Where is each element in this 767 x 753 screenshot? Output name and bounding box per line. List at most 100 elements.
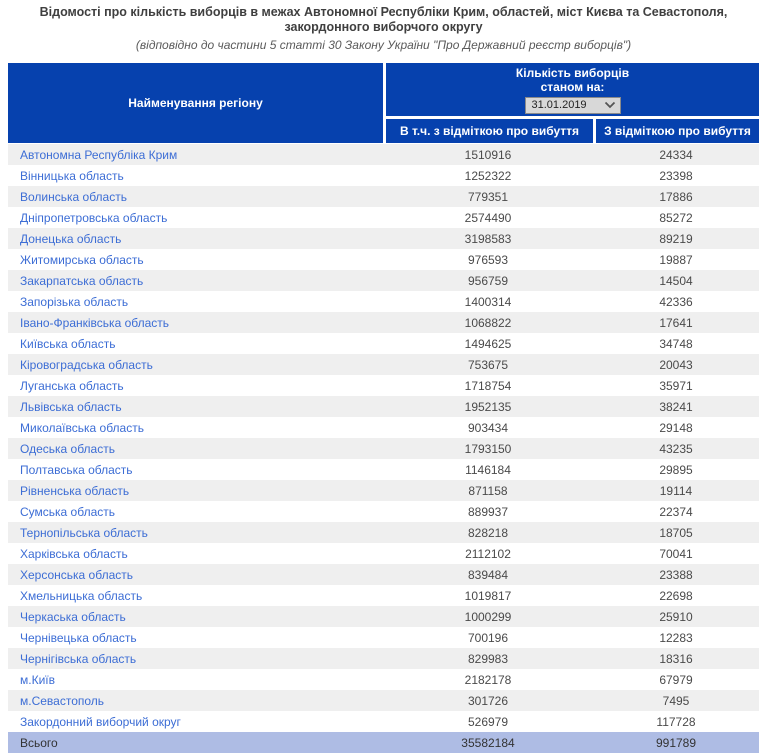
region-name-link[interactable]: Херсонська область — [8, 568, 383, 582]
region-name-link[interactable]: м.Севастополь — [8, 694, 383, 708]
region-name-link[interactable]: Львівська область — [8, 400, 383, 414]
region-name-link[interactable]: Чернівецька область — [8, 631, 383, 645]
region-name-link[interactable]: Миколаївська область — [8, 421, 383, 435]
voters-count-value: 2574490 — [383, 211, 593, 225]
voters-count-value: 1793150 — [383, 442, 593, 456]
region-name-link[interactable]: Хмельницька область — [8, 589, 383, 603]
table-row: Харківська область211210270041 — [8, 543, 759, 564]
departed-count-value: 70041 — [593, 547, 759, 561]
region-name-link[interactable]: Волинська область — [8, 190, 383, 204]
count-header-line2: станом на: — [541, 80, 605, 94]
table-body: Автономна Республіка Крим151091624334Він… — [8, 144, 759, 753]
departed-count-value: 17641 — [593, 316, 759, 330]
table-row: Закордонний виборчий округ526979117728 — [8, 711, 759, 732]
table-row: Закарпатська область95675914504 — [8, 270, 759, 291]
table-row: Рівненська область87115819114 — [8, 480, 759, 501]
table-row: Хмельницька область101981722698 — [8, 585, 759, 606]
table-row: Чернігівська область82998318316 — [8, 648, 759, 669]
table-row: Луганська область171875435971 — [8, 375, 759, 396]
region-name-link[interactable]: Сумська область — [8, 505, 383, 519]
voters-count-value: 1400314 — [383, 295, 593, 309]
voters-count-value: 2112102 — [383, 547, 593, 561]
region-name-link[interactable]: Рівненська область — [8, 484, 383, 498]
voters-count-value: 1510916 — [383, 148, 593, 162]
departed-count-value: 85272 — [593, 211, 759, 225]
total-label: Всього — [8, 736, 383, 750]
departed-count-value: 43235 — [593, 442, 759, 456]
departed-count-value: 23398 — [593, 169, 759, 183]
voters-count-value: 903434 — [383, 421, 593, 435]
voters-table: Найменування регіону Кількість виборців … — [8, 63, 759, 753]
voters-count-value: 976593 — [383, 253, 593, 267]
voters-count-value: 779351 — [383, 190, 593, 204]
region-name-link[interactable]: Тернопільська область — [8, 526, 383, 540]
region-name-link[interactable]: Дніпропетровська область — [8, 211, 383, 225]
total-row: Всього35582184991789 — [8, 732, 759, 753]
departed-count-value: 67979 — [593, 673, 759, 687]
departed-count-value: 19887 — [593, 253, 759, 267]
region-name-link[interactable]: Житомирська область — [8, 253, 383, 267]
voters-count-value: 1494625 — [383, 337, 593, 351]
table-row: м.Севастополь3017267495 — [8, 690, 759, 711]
departed-count-value: 89219 — [593, 232, 759, 246]
region-name-link[interactable]: Одеська область — [8, 442, 383, 456]
region-name-link[interactable]: Кіровоградська область — [8, 358, 383, 372]
table-row: Херсонська область83948423388 — [8, 564, 759, 585]
departed-count-value: 12283 — [593, 631, 759, 645]
table-header: Найменування регіону Кількість виборців … — [8, 63, 759, 143]
table-row: Тернопільська область82821818705 — [8, 522, 759, 543]
departed-count-value: 20043 — [593, 358, 759, 372]
subheader-row: В т.ч. з відміткою про вибуття З відмітк… — [386, 119, 759, 143]
voters-count-value: 828218 — [383, 526, 593, 540]
table-row: Черкаська область100029925910 — [8, 606, 759, 627]
voters-count-value: 829983 — [383, 652, 593, 666]
departed-count-value: 23388 — [593, 568, 759, 582]
count-header-line1: Кількість виборців — [516, 66, 629, 80]
region-name-link[interactable]: Автономна Республіка Крим — [8, 148, 383, 162]
region-name-link[interactable]: Харківська область — [8, 547, 383, 561]
voters-count-value: 1952135 — [383, 400, 593, 414]
region-name-link[interactable]: Чернігівська область — [8, 652, 383, 666]
table-row: Кіровоградська область75367520043 — [8, 354, 759, 375]
voters-count-value: 1019817 — [383, 589, 593, 603]
voters-count-value: 2182178 — [383, 673, 593, 687]
region-name-link[interactable]: м.Київ — [8, 673, 383, 687]
subheader-departed: З відміткою про вибуття — [596, 119, 759, 143]
table-row: Чернівецька область70019612283 — [8, 627, 759, 648]
table-row: Полтавська область114618429895 — [8, 459, 759, 480]
region-column-header: Найменування регіону — [8, 63, 383, 143]
departed-count-value: 42336 — [593, 295, 759, 309]
region-name-link[interactable]: Івано-Франківська область — [8, 316, 383, 330]
region-name-link[interactable]: Луганська область — [8, 379, 383, 393]
region-name-link[interactable]: Закордонний виборчий округ — [8, 715, 383, 729]
region-name-link[interactable]: Київська область — [8, 337, 383, 351]
date-select[interactable]: 31.01.2019 — [525, 97, 621, 114]
departed-count-value: 14504 — [593, 274, 759, 288]
departed-count-value: 22374 — [593, 505, 759, 519]
table-row: Дніпропетровська область257449085272 — [8, 207, 759, 228]
count-header-section: Кількість виборців станом на: 31.01.2019… — [386, 63, 759, 143]
page-title: Відомості про кількість виборців в межах… — [0, 5, 767, 35]
date-select-value: 31.01.2019 — [532, 98, 587, 112]
voters-count-value: 3198583 — [383, 232, 593, 246]
table-row: Івано-Франківська область106882217641 — [8, 312, 759, 333]
region-name-link[interactable]: Полтавська область — [8, 463, 383, 477]
region-name-link[interactable]: Донецька область — [8, 232, 383, 246]
table-row: Львівська область195213538241 — [8, 396, 759, 417]
region-name-link[interactable]: Вінницька область — [8, 169, 383, 183]
departed-count-value: 19114 — [593, 484, 759, 498]
table-row: Сумська область88993722374 — [8, 501, 759, 522]
region-name-link[interactable]: Закарпатська область — [8, 274, 383, 288]
region-name-link[interactable]: Запорізька область — [8, 295, 383, 309]
departed-count-value: 18705 — [593, 526, 759, 540]
voters-count-value: 889937 — [383, 505, 593, 519]
voters-count-value: 35582184 — [383, 736, 593, 750]
voters-count-value: 700196 — [383, 631, 593, 645]
departed-count-value: 38241 — [593, 400, 759, 414]
voters-count-value: 956759 — [383, 274, 593, 288]
departed-count-value: 22698 — [593, 589, 759, 603]
region-name-link[interactable]: Черкаська область — [8, 610, 383, 624]
chevron-down-icon — [604, 101, 616, 109]
page-subtitle: (відповідно до частини 5 статті 30 Закон… — [0, 38, 767, 52]
departed-count-value: 7495 — [593, 694, 759, 708]
